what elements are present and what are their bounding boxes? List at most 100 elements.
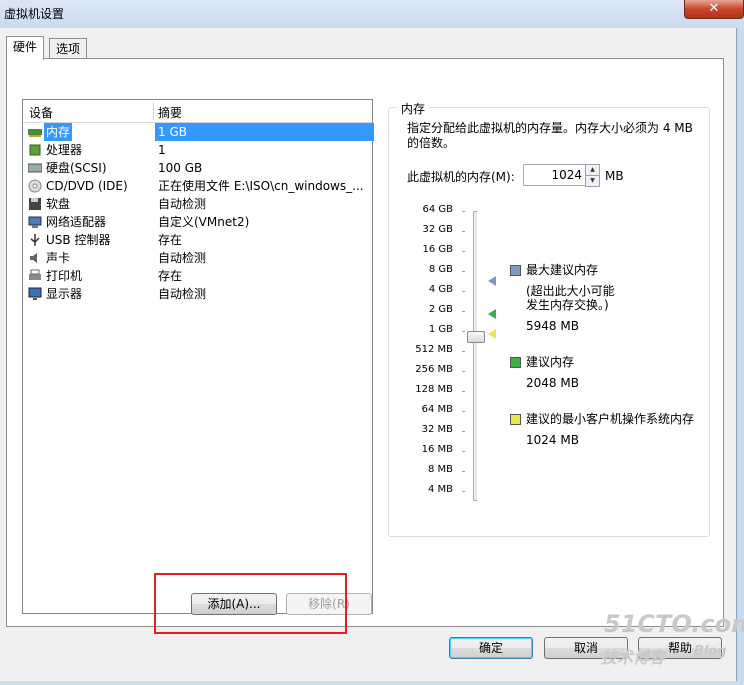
scale-tick xyxy=(462,491,465,492)
device-row[interactable]: 打印机 存在 xyxy=(26,267,372,285)
memory-icon xyxy=(28,125,42,139)
scale-tick xyxy=(462,371,465,372)
recommended-memory-legend-icon xyxy=(510,357,521,368)
min-memory-title: 建议的最小客户机操作系统内存 xyxy=(526,412,695,426)
scale-label: 2 GB xyxy=(428,304,453,315)
device-row[interactable]: CD/DVD (IDE) 正在使用文件 E:\ISO\cn_windows_... xyxy=(26,177,372,195)
max-memory-title: 最大建议内存 xyxy=(526,263,599,277)
scale-label: 32 GB xyxy=(422,224,453,235)
device-name: 内存 xyxy=(44,123,73,141)
scale-label: 128 MB xyxy=(415,384,453,395)
device-row[interactable]: 显示器 自动检测 xyxy=(26,285,372,303)
scale-label: 32 MB xyxy=(421,424,453,435)
ok-button[interactable]: 确定 xyxy=(449,637,533,659)
memory-slider-thumb[interactable] xyxy=(467,331,485,343)
max-memory-value: 5948 MB xyxy=(526,319,579,333)
device-summary: 正在使用文件 E:\ISO\cn_windows_... xyxy=(158,179,364,193)
device-name: 硬盘(SCSI) xyxy=(46,161,107,175)
spin-down-icon[interactable]: ▼ xyxy=(585,175,600,187)
memory-label: 此虚拟机的内存(M): xyxy=(407,170,515,184)
dialog-client: 硬件 选项 设备 摘要 内存 1 GB 处理器 1 硬盘(SCSI) 100 GB CD/D… xyxy=(0,28,737,681)
col-device-header[interactable]: 设备 xyxy=(29,104,53,121)
scale-label: 1 GB xyxy=(428,324,453,335)
device-name: 声卡 xyxy=(46,251,71,265)
memory-unit: MB xyxy=(605,169,624,183)
scale-tick xyxy=(462,251,465,252)
device-row[interactable]: 内存 1 GB xyxy=(26,123,374,141)
recommended-memory-title: 建议内存 xyxy=(526,355,575,369)
device-row[interactable]: 硬盘(SCSI) 100 GB xyxy=(26,159,372,177)
scale-tick xyxy=(462,391,465,392)
device-list[interactable]: 设备 摘要 内存 1 GB 处理器 1 硬盘(SCSI) 100 GB CD/DVD (ID… xyxy=(22,99,374,614)
watermark-line2: 技术博客 xyxy=(601,648,666,667)
scale-tick xyxy=(462,291,465,292)
device-summary: 自动检测 xyxy=(158,197,207,211)
scale-tick xyxy=(462,451,465,452)
close-button[interactable]: ✕ xyxy=(684,0,744,19)
memory-group-title: 内存 xyxy=(397,100,430,117)
device-summary: 100 GB xyxy=(158,161,203,175)
memory-slider-track[interactable] xyxy=(473,211,478,501)
max-memory-marker-icon xyxy=(488,276,496,286)
tab-options[interactable]: 选项 xyxy=(49,38,88,59)
max-memory-note-2: 发生内存交换。) xyxy=(526,298,609,312)
memory-input[interactable]: 1024 xyxy=(523,164,587,186)
scale-label: 4 MB xyxy=(427,484,453,495)
watermark-blog: Blog xyxy=(694,644,727,659)
device-row[interactable]: 处理器 1 xyxy=(26,141,372,159)
max-memory-legend-icon xyxy=(510,265,521,276)
scale-tick xyxy=(462,411,465,412)
memory-description: 指定分配给此虚拟机的内存量。内存大小必须为 4 MB 的倍数。 xyxy=(407,121,693,150)
processor-icon xyxy=(28,143,42,157)
device-summary: 自动检测 xyxy=(158,251,207,265)
scale-tick xyxy=(462,351,465,352)
device-row[interactable]: 声卡 自动检测 xyxy=(26,249,372,267)
device-summary: 自定义(VMnet2) xyxy=(158,215,250,229)
device-row[interactable]: USB 控制器 存在 xyxy=(26,231,372,249)
device-name: USB 控制器 xyxy=(46,233,111,247)
watermark-logo: 51CTO.com xyxy=(604,610,744,638)
usb-icon xyxy=(28,233,42,247)
printer-icon xyxy=(28,269,42,283)
tab-hardware[interactable]: 硬件 xyxy=(6,36,45,60)
window-title: 虚拟机设置 xyxy=(4,7,65,21)
window: 虚拟机设置 ✕ 硬件 选项 设备 摘要 内存 1 GB 处理器 1 硬盘(SCSI) 10… xyxy=(0,0,744,685)
device-row[interactable]: 软盘 自动检测 xyxy=(26,195,372,213)
min-memory-marker-icon xyxy=(488,329,496,339)
sound-card-icon xyxy=(28,251,42,265)
scale-tick xyxy=(462,471,465,472)
scale-label: 4 GB xyxy=(428,284,453,295)
scale-tick xyxy=(462,431,465,432)
device-summary: 1 GB xyxy=(155,123,374,141)
device-summary: 存在 xyxy=(158,269,183,283)
scale-label: 256 MB xyxy=(415,364,453,375)
floppy-icon xyxy=(28,197,42,211)
device-summary: 1 xyxy=(158,143,166,157)
device-name: 打印机 xyxy=(46,269,83,283)
max-memory-note-1: (超出此大小可能 xyxy=(526,284,615,298)
scale-label: 16 GB xyxy=(422,244,453,255)
scale-label: 64 GB xyxy=(422,204,453,215)
col-summary-header[interactable]: 摘要 xyxy=(158,104,182,121)
device-name: 处理器 xyxy=(46,143,83,157)
device-summary: 存在 xyxy=(158,233,183,247)
network-adapter-icon xyxy=(28,215,42,229)
highlight-box xyxy=(154,573,347,634)
device-name: 网络适配器 xyxy=(46,215,107,229)
scale-label: 16 MB xyxy=(421,444,453,455)
cd-dvd-icon xyxy=(28,179,42,193)
hardware-panel: 设备 摘要 内存 1 GB 处理器 1 硬盘(SCSI) 100 GB CD/DVD (ID… xyxy=(6,58,724,627)
scale-label: 8 MB xyxy=(427,464,453,475)
scale-label: 8 GB xyxy=(428,264,453,275)
scale-label: 512 MB xyxy=(415,344,453,355)
scale-tick xyxy=(462,211,465,212)
hard-disk-icon xyxy=(27,161,43,175)
recommended-memory-value: 2048 MB xyxy=(526,376,579,390)
scale-tick xyxy=(462,311,465,312)
list-header: 设备 摘要 xyxy=(23,100,372,123)
min-memory-legend-icon xyxy=(510,414,521,425)
device-name: CD/DVD (IDE) xyxy=(46,179,128,193)
scale-tick xyxy=(462,271,465,272)
device-row[interactable]: 网络适配器 自定义(VMnet2) xyxy=(26,213,372,231)
min-memory-value: 1024 MB xyxy=(526,433,579,447)
